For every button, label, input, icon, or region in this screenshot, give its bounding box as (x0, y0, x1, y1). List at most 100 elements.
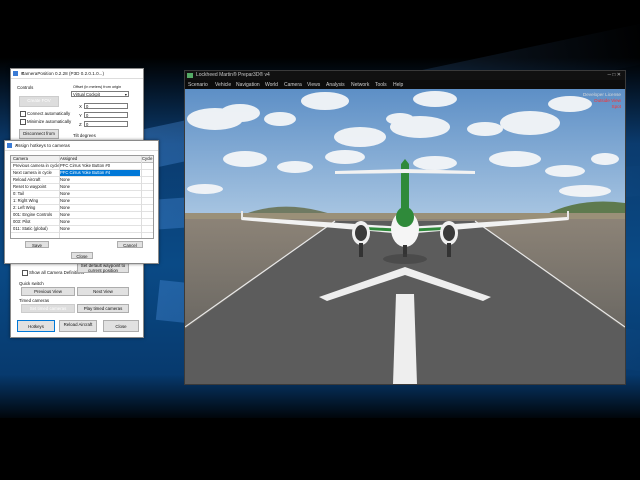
row-camera: 011: Static (global) (13, 226, 48, 231)
menu-analysis[interactable]: Analysis (326, 82, 345, 88)
hotkeys-table[interactable]: Camera Assigned Cycle Previous camera in… (10, 155, 154, 239)
hud-license-text: Developer License (582, 92, 621, 97)
z-input[interactable]: 0 (84, 121, 128, 127)
hotkeys-title-bar[interactable]: Assign hotkeys to cameras ✕ (5, 141, 158, 151)
table-row[interactable]: 001: Engine Controls None (11, 212, 153, 219)
row-camera: Next camera in cycle (13, 170, 52, 175)
hotkeys-button[interactable]: Hotkeys (17, 320, 55, 332)
row-assigned[interactable]: None (60, 205, 140, 211)
menu-help[interactable]: Help (393, 82, 403, 88)
header-cycle[interactable]: Cycle (142, 156, 153, 162)
timed-cameras-label: Timed cameras (19, 298, 50, 303)
x-label: X (79, 104, 82, 109)
play-timed-cameras-button[interactable]: Play timed cameras (77, 304, 129, 313)
close-icon[interactable]: ✕ (21, 71, 141, 77)
menu-vehicle[interactable]: Vehicle (215, 82, 231, 88)
z-label: Z (79, 122, 82, 127)
cancel-button[interactable]: Cancel (117, 241, 143, 248)
table-row[interactable]: 011: Static (global) None (11, 226, 153, 233)
column-divider (59, 156, 60, 238)
menu-camera[interactable]: Camera (284, 82, 302, 88)
app-logo-icon (187, 73, 193, 78)
row-assigned[interactable]: PFC Cirrus Yoke Button #0 (60, 163, 140, 169)
table-row[interactable]: 1: Right Wing None (11, 198, 153, 205)
row-camera: 0: Tail (13, 191, 24, 196)
row-camera: Reset to waypoint (13, 184, 47, 189)
table-header: Camera Assigned Cycle (11, 156, 153, 163)
hotkeys-dialog[interactable]: Assign hotkeys to cameras ✕ Camera Assig… (4, 140, 159, 264)
view-select[interactable]: Virtual Cockpit ▾ (71, 91, 129, 97)
row-assigned[interactable]: PFC Cirrus Yoke Button #4 (60, 170, 140, 176)
row-camera: 1: Right Wing (13, 198, 39, 203)
set-timed-cameras-button[interactable]: Set timed cameras (21, 304, 75, 313)
connect-automatically-label: Connect automatically (27, 111, 71, 116)
row-assigned[interactable]: None (60, 226, 140, 232)
previous-view-button[interactable]: Previous View (21, 287, 75, 296)
row-camera: 2: Left Wing (13, 205, 36, 210)
connect-automatically-checkbox[interactable] (20, 111, 26, 117)
show-all-checkbox[interactable] (22, 270, 28, 276)
row-camera: Previous camera in cycle (13, 163, 59, 168)
minimize-automatically-label: Minimize automatically (27, 119, 72, 124)
reload-aircraft-button[interactable]: Reload Aircraft (59, 320, 97, 332)
menu-network[interactable]: Network (351, 82, 369, 88)
simulator-window[interactable]: Lockheed Martin® Prepar3D® v4 ─ □ ✕ Scen… (184, 70, 626, 385)
table-row[interactable]: Next camera in cycle PFC Cirrus Yoke But… (11, 170, 153, 177)
table-row[interactable]: Previous camera in cycle PFC Cirrus Yoke… (11, 163, 153, 170)
bottom-letterbox (0, 418, 640, 480)
window-controls-icon[interactable]: ─ □ ✕ (607, 72, 621, 78)
row-assigned[interactable]: None (60, 212, 140, 218)
table-row[interactable]: Reset to waypoint None (11, 184, 153, 191)
y-input[interactable]: 0 (84, 112, 128, 118)
scene-graphic (185, 89, 625, 384)
table-row[interactable]: Reload Aircraft None (11, 177, 153, 184)
close-icon[interactable]: ✕ (15, 143, 156, 149)
app-icon (13, 71, 18, 76)
simulator-menu-bar: Scenario Vehicle Navigation World Camera… (185, 80, 625, 89)
tilt-label: Tilt degrees (73, 133, 96, 138)
row-assigned[interactable]: None (60, 177, 140, 183)
view-select-value: Virtual Cockpit (73, 92, 100, 97)
y-label: Y (79, 113, 82, 118)
minimize-automatically-checkbox[interactable] (20, 119, 26, 125)
table-row[interactable]: 2: Left Wing None (11, 205, 153, 212)
offset-label: Offset (in meters) from origin (73, 85, 122, 89)
row-camera: 001: Engine Controls (13, 212, 53, 217)
row-assigned[interactable]: None (60, 191, 140, 197)
simulator-viewport[interactable]: Developer License Outside View Spot (185, 89, 625, 384)
hud-view-mode: Outside View (594, 98, 621, 103)
menu-views[interactable]: Views (307, 82, 320, 88)
create-fov-button[interactable]: Create FOV (19, 96, 59, 107)
disconnect-button[interactable]: Disconnect from P3D (19, 129, 59, 144)
menu-scenario[interactable]: Scenario (188, 82, 208, 88)
dialog-close-button[interactable]: Close (71, 252, 93, 259)
menu-world[interactable]: World (265, 82, 278, 88)
row-assigned[interactable]: None (60, 198, 140, 204)
hud-spot-text: Spot (611, 104, 621, 109)
camera-window-title-bar[interactable]: CameraPosition 0.2.28 (P3D 0.2.0.1.0...)… (11, 69, 143, 79)
chevron-down-icon: ▾ (124, 92, 127, 97)
menu-navigation[interactable]: Navigation (236, 82, 260, 88)
row-assigned[interactable]: None (60, 184, 140, 190)
x-input[interactable]: 0 (84, 103, 128, 109)
hud-license: Developer License (583, 92, 621, 97)
save-button[interactable]: Save (25, 241, 49, 248)
quick-switch-label: Quick switch (19, 281, 44, 286)
simulator-title: Lockheed Martin® Prepar3D® v4 (196, 72, 270, 78)
app-icon (7, 143, 12, 148)
next-view-button[interactable]: Next View (77, 287, 129, 296)
row-assigned[interactable]: None (60, 219, 140, 225)
hud-view-sub: Spot (612, 104, 621, 109)
close-button[interactable]: Close (103, 320, 139, 332)
table-row[interactable]: 003: Pilot None (11, 219, 153, 226)
row-camera: Reload Aircraft (13, 177, 41, 182)
hud-view-text: Outside View (594, 98, 621, 103)
controls-label: Controls (17, 85, 34, 90)
show-all-label: Show all Camera Definitions (29, 270, 85, 275)
menu-tools[interactable]: Tools (375, 82, 387, 88)
header-camera[interactable]: Camera (13, 156, 58, 162)
table-row[interactable]: 0: Tail None (11, 191, 153, 198)
header-assigned[interactable]: Assigned (60, 156, 140, 162)
simulator-title-bar[interactable]: Lockheed Martin® Prepar3D® v4 ─ □ ✕ (185, 71, 625, 80)
column-divider (141, 156, 142, 238)
